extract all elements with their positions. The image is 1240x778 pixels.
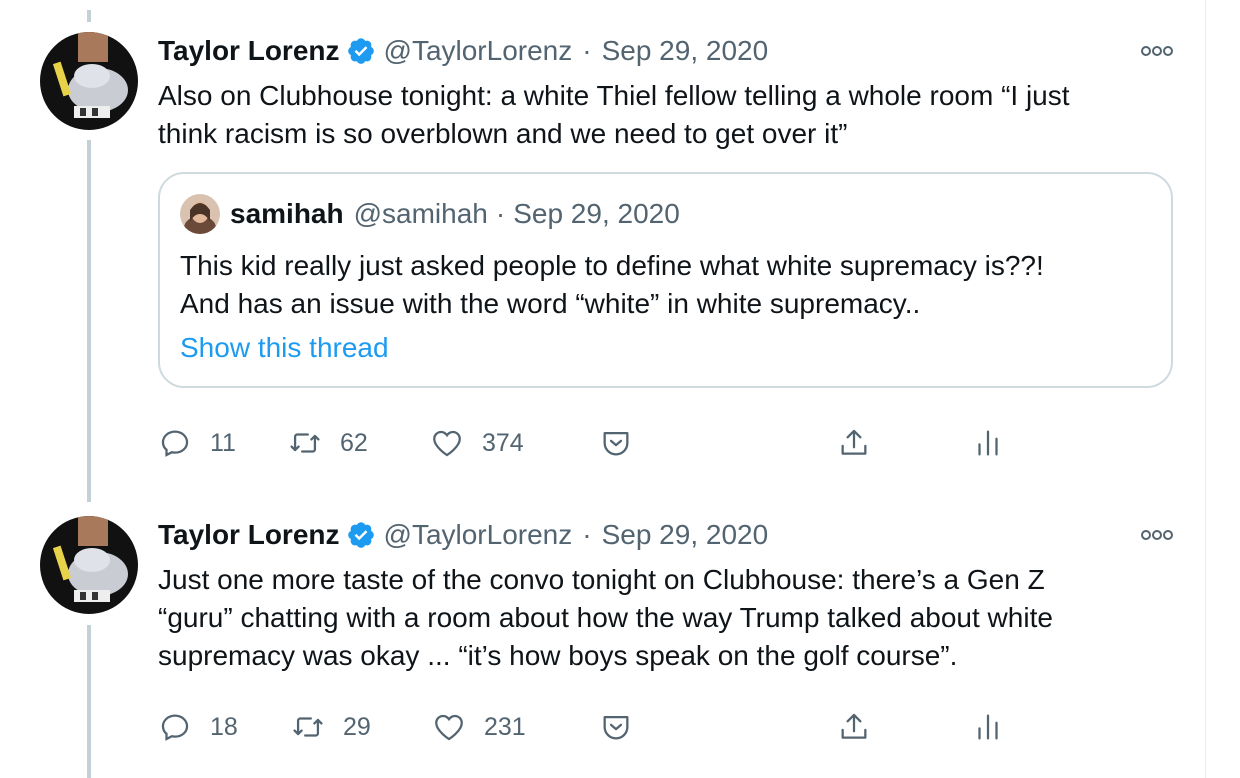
- like-count: 374: [482, 428, 524, 457]
- tweet-header: Taylor Lorenz @TaylorLorenz · Sep 29, 20…: [158, 517, 768, 553]
- like-icon: [433, 430, 461, 457]
- analytics-button[interactable]: [971, 423, 1005, 463]
- retweet-count: 62: [340, 428, 368, 457]
- reply-icon: [161, 714, 189, 741]
- quoted-text-line: This kid really just asked people to def…: [180, 250, 1044, 281]
- reply-count: 11: [210, 428, 236, 457]
- tweet-date[interactable]: Sep 29, 2020: [602, 35, 769, 67]
- author-name[interactable]: Taylor Lorenz: [158, 35, 340, 67]
- tip-jar-icon: [603, 431, 629, 456]
- separator: ·: [582, 35, 592, 66]
- like-button[interactable]: 374: [430, 423, 524, 463]
- like-icon: [435, 714, 463, 741]
- tweet-text-line: Just one more taste of the convo tonight…: [158, 564, 1045, 595]
- tweet-actions: 18 29 231: [158, 707, 1018, 747]
- retweet-count: 29: [343, 712, 371, 741]
- quoted-tweet[interactable]: samihah @samihah · Sep 29, 2020 This kid…: [158, 172, 1173, 388]
- avatar[interactable]: [40, 516, 138, 614]
- share-icon: [841, 713, 867, 739]
- reply-icon: [161, 430, 189, 457]
- thread-line-top: [87, 10, 91, 22]
- retweet-button[interactable]: 29: [291, 707, 371, 747]
- retweet-icon: [290, 433, 320, 453]
- reply-button[interactable]: 11: [158, 423, 236, 463]
- tip-jar-icon: [603, 715, 629, 740]
- tweet-text-line: supremacy was okay ... “it’s how boys sp…: [158, 640, 958, 671]
- more-icon[interactable]: [1140, 41, 1174, 61]
- verified-badge-icon: [346, 520, 376, 550]
- like-count: 231: [484, 712, 526, 741]
- separator: ·: [495, 198, 506, 229]
- retweet-icon: [293, 717, 323, 737]
- tweet-text: Also on Clubhouse tonight: a white Thiel…: [158, 77, 1188, 153]
- analytics-icon: [978, 714, 998, 740]
- tweet-text-line: “guru” chatting with a room about how th…: [158, 602, 1053, 633]
- author-name[interactable]: Taylor Lorenz: [158, 519, 340, 551]
- retweet-button[interactable]: 62: [288, 423, 368, 463]
- reply-count: 18: [210, 712, 238, 741]
- tip-jar-button[interactable]: [599, 423, 633, 463]
- reply-button[interactable]: 18: [158, 707, 238, 747]
- tweet-date[interactable]: Sep 29, 2020: [602, 519, 769, 551]
- separator: ·: [582, 519, 592, 550]
- author-handle[interactable]: @TaylorLorenz: [384, 35, 573, 67]
- tweet-actions: 11 62 374: [158, 423, 1018, 463]
- more-icon[interactable]: [1140, 525, 1174, 545]
- analytics-icon: [978, 430, 998, 456]
- thread-line-bottom: [87, 625, 91, 778]
- like-button[interactable]: 231: [432, 707, 526, 747]
- share-icon: [841, 429, 867, 455]
- tweet-text-line: Also on Clubhouse tonight: a white Thiel…: [158, 80, 1070, 111]
- quoted-text: This kid really just asked people to def…: [180, 247, 1160, 323]
- tip-jar-button[interactable]: [599, 707, 633, 747]
- quoted-text-line: And has an issue with the word “white” i…: [180, 288, 921, 319]
- analytics-button[interactable]: [971, 707, 1005, 747]
- tweet-text: Just one more taste of the convo tonight…: [158, 561, 1188, 675]
- quoted-date[interactable]: Sep 29, 2020: [513, 198, 680, 230]
- thread-line: [87, 140, 91, 502]
- quoted-author-handle[interactable]: @samihah: [354, 198, 488, 230]
- column-divider: [1205, 0, 1206, 778]
- quoted-header: samihah @samihah · Sep 29, 2020: [230, 196, 680, 232]
- author-handle[interactable]: @TaylorLorenz: [384, 519, 573, 551]
- tweet-header: Taylor Lorenz @TaylorLorenz · Sep 29, 20…: [158, 33, 768, 69]
- verified-badge-icon: [346, 36, 376, 66]
- quoted-author-name[interactable]: samihah: [230, 198, 344, 230]
- show-thread-link[interactable]: Show this thread: [180, 332, 389, 364]
- tweet-text-line: think racism is so overblown and we need…: [158, 118, 848, 149]
- share-button[interactable]: [837, 423, 871, 463]
- avatar[interactable]: [40, 32, 138, 130]
- share-button[interactable]: [837, 707, 871, 747]
- quoted-avatar[interactable]: [180, 194, 220, 234]
